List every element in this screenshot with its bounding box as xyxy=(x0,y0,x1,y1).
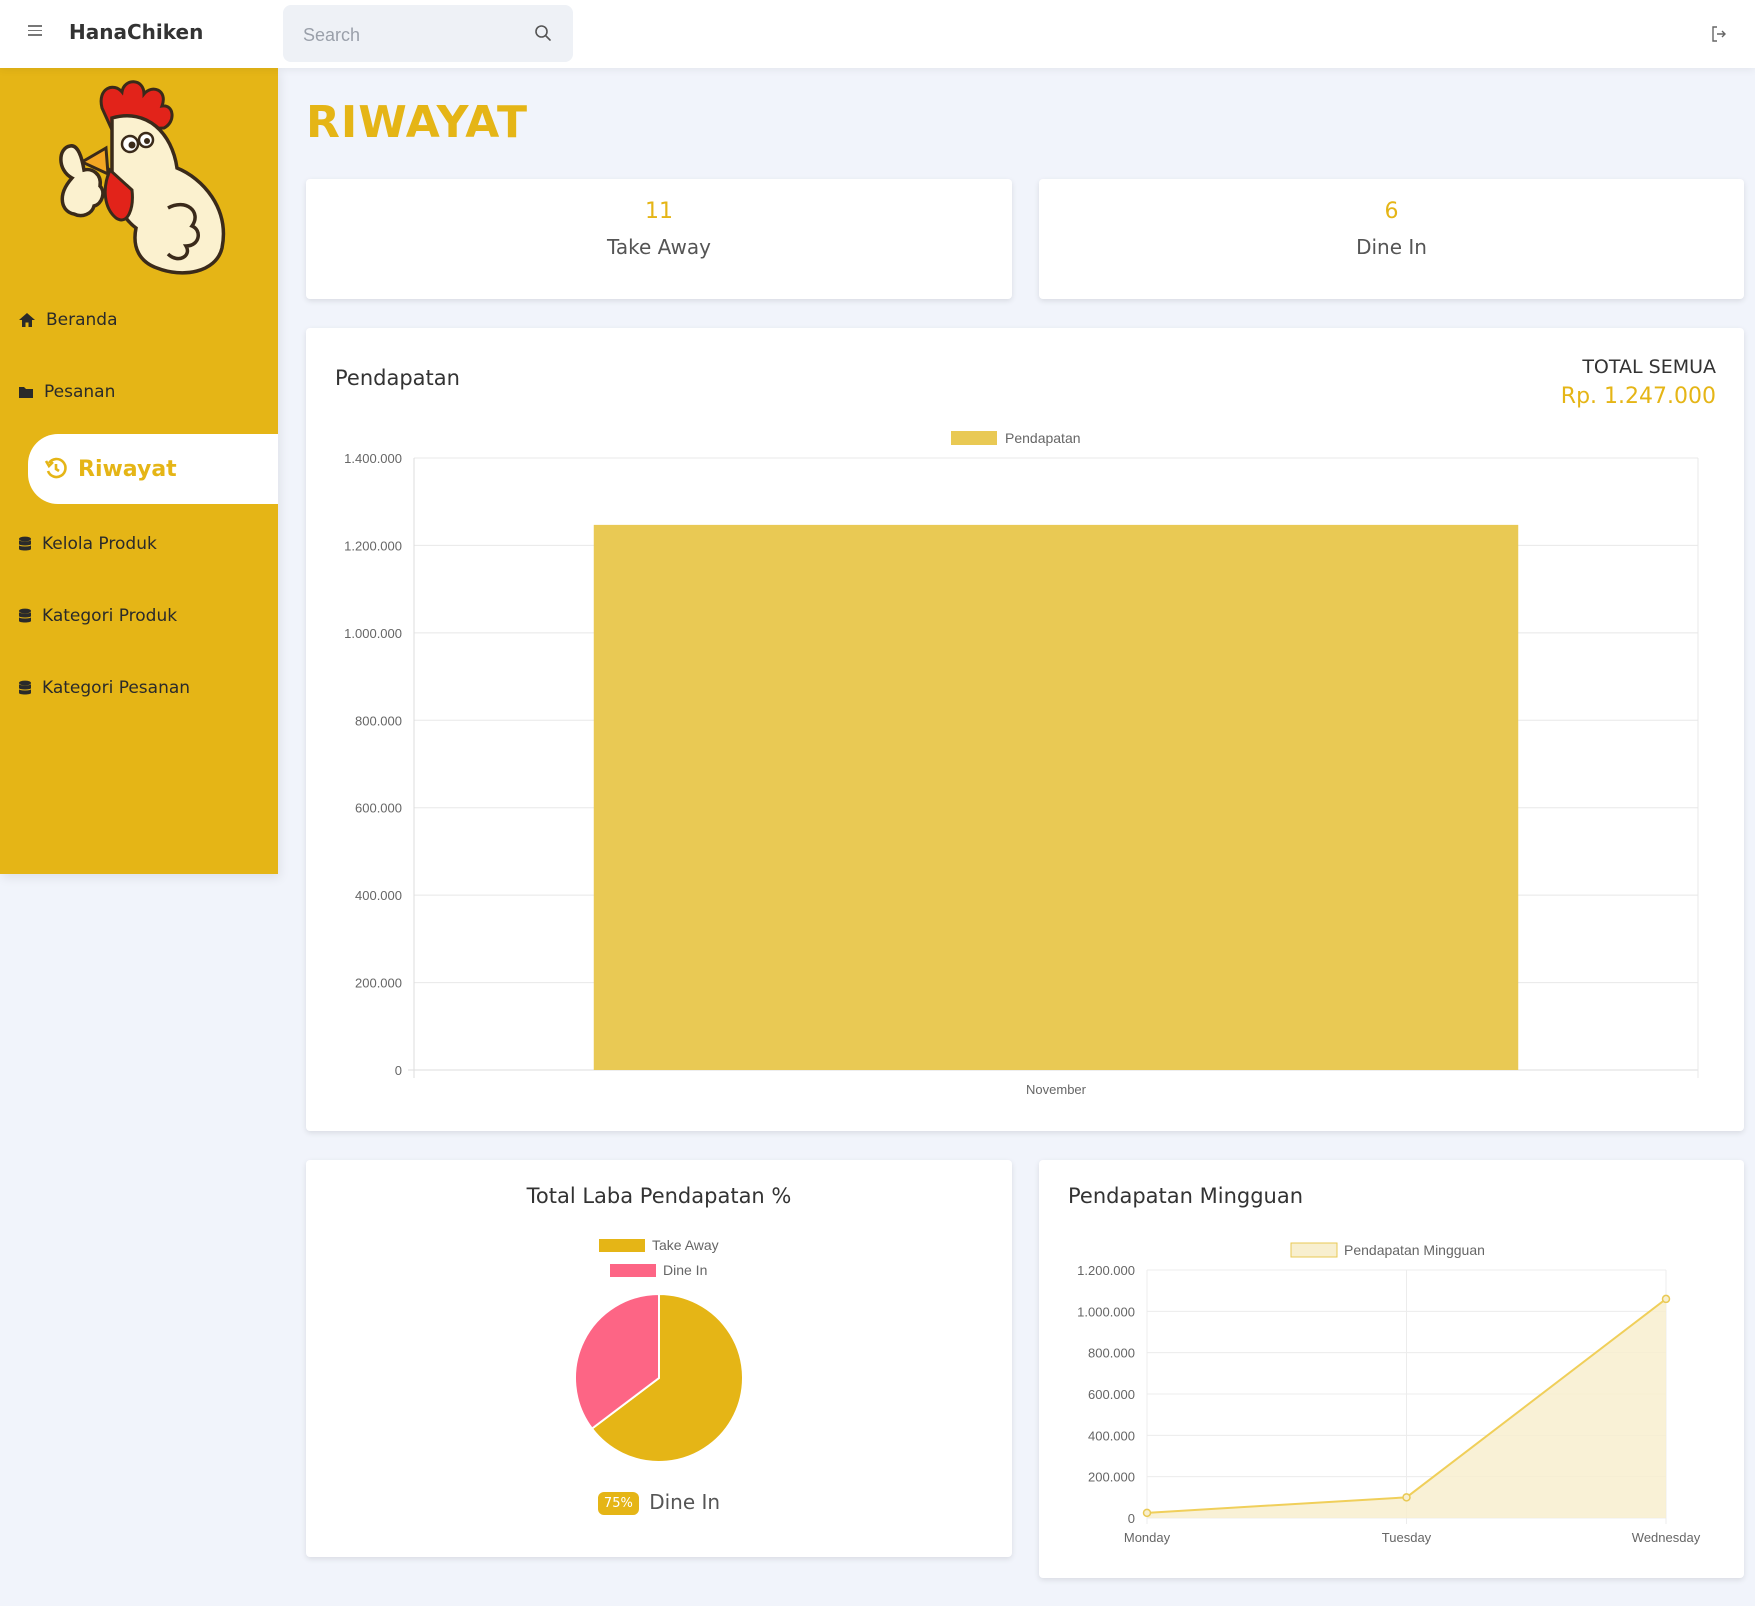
y-tick-label: 400.000 xyxy=(1088,1428,1135,1443)
pie-caption: 75% Dine In xyxy=(306,1490,1012,1515)
sidebar-item-kelola-produk[interactable]: Kelola Produk xyxy=(18,534,157,554)
search-input[interactable] xyxy=(303,23,523,47)
history-icon xyxy=(44,457,67,479)
y-tick-label: 0 xyxy=(1128,1511,1135,1526)
brand-name: HanaChiken xyxy=(69,20,204,44)
y-tick-label: 1.000.000 xyxy=(1077,1304,1135,1319)
home-icon xyxy=(19,313,35,327)
legend-label: Dine In xyxy=(663,1262,707,1278)
legend-label: Take Away xyxy=(652,1237,719,1253)
data-point xyxy=(1661,1294,1671,1304)
total-value: Rp. 1.247.000 xyxy=(1560,384,1716,409)
y-tick-label: 1.200.000 xyxy=(1077,1263,1135,1278)
card-title: Pendapatan xyxy=(335,366,460,390)
y-tick-label: 600.000 xyxy=(1088,1387,1135,1402)
stat-label: Dine In xyxy=(1356,235,1427,259)
stat-value: 11 xyxy=(645,199,673,224)
pie-caption-label: Dine In xyxy=(649,1490,721,1514)
sidebar-item-label: Kelola Produk xyxy=(42,534,157,554)
sidebar-item-pesanan[interactable]: Pesanan xyxy=(18,382,115,402)
sidebar-item-kategori-pesanan[interactable]: Kategori Pesanan xyxy=(18,678,190,698)
bar xyxy=(593,524,1519,1070)
top-bar: HanaChiken xyxy=(0,0,1755,68)
database-icon xyxy=(18,536,32,551)
search-icon[interactable] xyxy=(534,24,552,42)
legend-swatch xyxy=(951,431,997,445)
database-icon xyxy=(18,680,32,695)
sidebar-item-label: Pesanan xyxy=(44,382,116,402)
legend-swatch xyxy=(599,1239,645,1252)
x-tick-label: Tuesday xyxy=(1382,1530,1432,1545)
sidebar-item-riwayat[interactable]: Riwayat xyxy=(28,434,278,504)
x-tick-label: Wednesday xyxy=(1632,1530,1701,1545)
sidebar-item-label: Kategori Pesanan xyxy=(42,678,191,698)
y-tick-label: 0 xyxy=(395,1063,402,1078)
sidebar: Beranda Pesanan Riwayat Kelola Produk Ka… xyxy=(0,68,278,874)
sidebar-item-beranda[interactable]: Beranda xyxy=(18,310,118,330)
y-tick-label: 400.000 xyxy=(355,888,402,903)
legend-swatch xyxy=(610,1264,656,1277)
legend-swatch xyxy=(1290,1242,1338,1258)
card-title: Pendapatan Mingguan xyxy=(1068,1184,1304,1208)
y-tick-label: 800.000 xyxy=(1088,1346,1135,1361)
profit-pie-card: Total Laba Pendapatan % Take Away Dine In… xyxy=(306,1160,1012,1557)
sidebar-item-kategori-produk[interactable]: Kategori Produk xyxy=(18,606,177,626)
search-box xyxy=(283,5,573,62)
y-tick-label: 1.000.000 xyxy=(344,626,402,641)
take-away-stat-card: 11 Take Away xyxy=(306,179,1012,299)
chicken-logo xyxy=(59,80,226,275)
revenue-bar-chart: Pendapatan 0 200.000 400.000 600.000 800.000 1… xyxy=(344,430,1699,1097)
legend-label: Pendapatan Mingguan xyxy=(1344,1242,1485,1258)
percent-badge: 75% xyxy=(597,1492,639,1515)
stat-value: 6 xyxy=(1384,199,1399,224)
page-title: RIWAYAT xyxy=(306,97,528,148)
y-tick-label: 600.000 xyxy=(355,801,402,816)
sidebar-item-label: Riwayat xyxy=(78,456,177,482)
legend-label: Pendapatan xyxy=(1005,430,1081,446)
logout-icon[interactable] xyxy=(1710,25,1728,43)
y-tick-label: 1.400.000 xyxy=(344,451,402,466)
y-tick-label: 200.000 xyxy=(1088,1470,1135,1485)
weekly-revenue-chart: Pendapatan Mingguan 0 200.000 400.000 600.00… xyxy=(1077,1242,1701,1545)
dine-in-stat-card: 6 Dine In xyxy=(1039,179,1744,299)
card-title: Total Laba Pendapatan % xyxy=(526,1184,792,1208)
sidebar-item-label: Beranda xyxy=(46,310,118,330)
x-tick-label: November xyxy=(1026,1082,1087,1097)
revenue-chart-card: Pendapatan TOTAL SEMUA Rp. 1.247.000 Pen… xyxy=(306,328,1744,1131)
database-icon xyxy=(18,608,32,623)
weekly-revenue-card: Pendapatan Mingguan Pendapatan Mingguan 0… xyxy=(1039,1160,1744,1578)
stat-label: Take Away xyxy=(606,235,711,259)
data-point xyxy=(1142,1508,1152,1518)
y-tick-label: 800.000 xyxy=(355,713,402,728)
y-tick-label: 200.000 xyxy=(355,976,402,991)
data-point xyxy=(1402,1493,1411,1502)
x-tick-label: Monday xyxy=(1124,1530,1171,1545)
hamburger-menu-icon[interactable] xyxy=(24,22,46,46)
y-tick-label: 1.200.000 xyxy=(344,538,402,553)
folder-icon xyxy=(19,387,33,398)
sidebar-item-label: Kategori Produk xyxy=(42,606,178,626)
total-label: TOTAL SEMUA xyxy=(1582,356,1716,378)
